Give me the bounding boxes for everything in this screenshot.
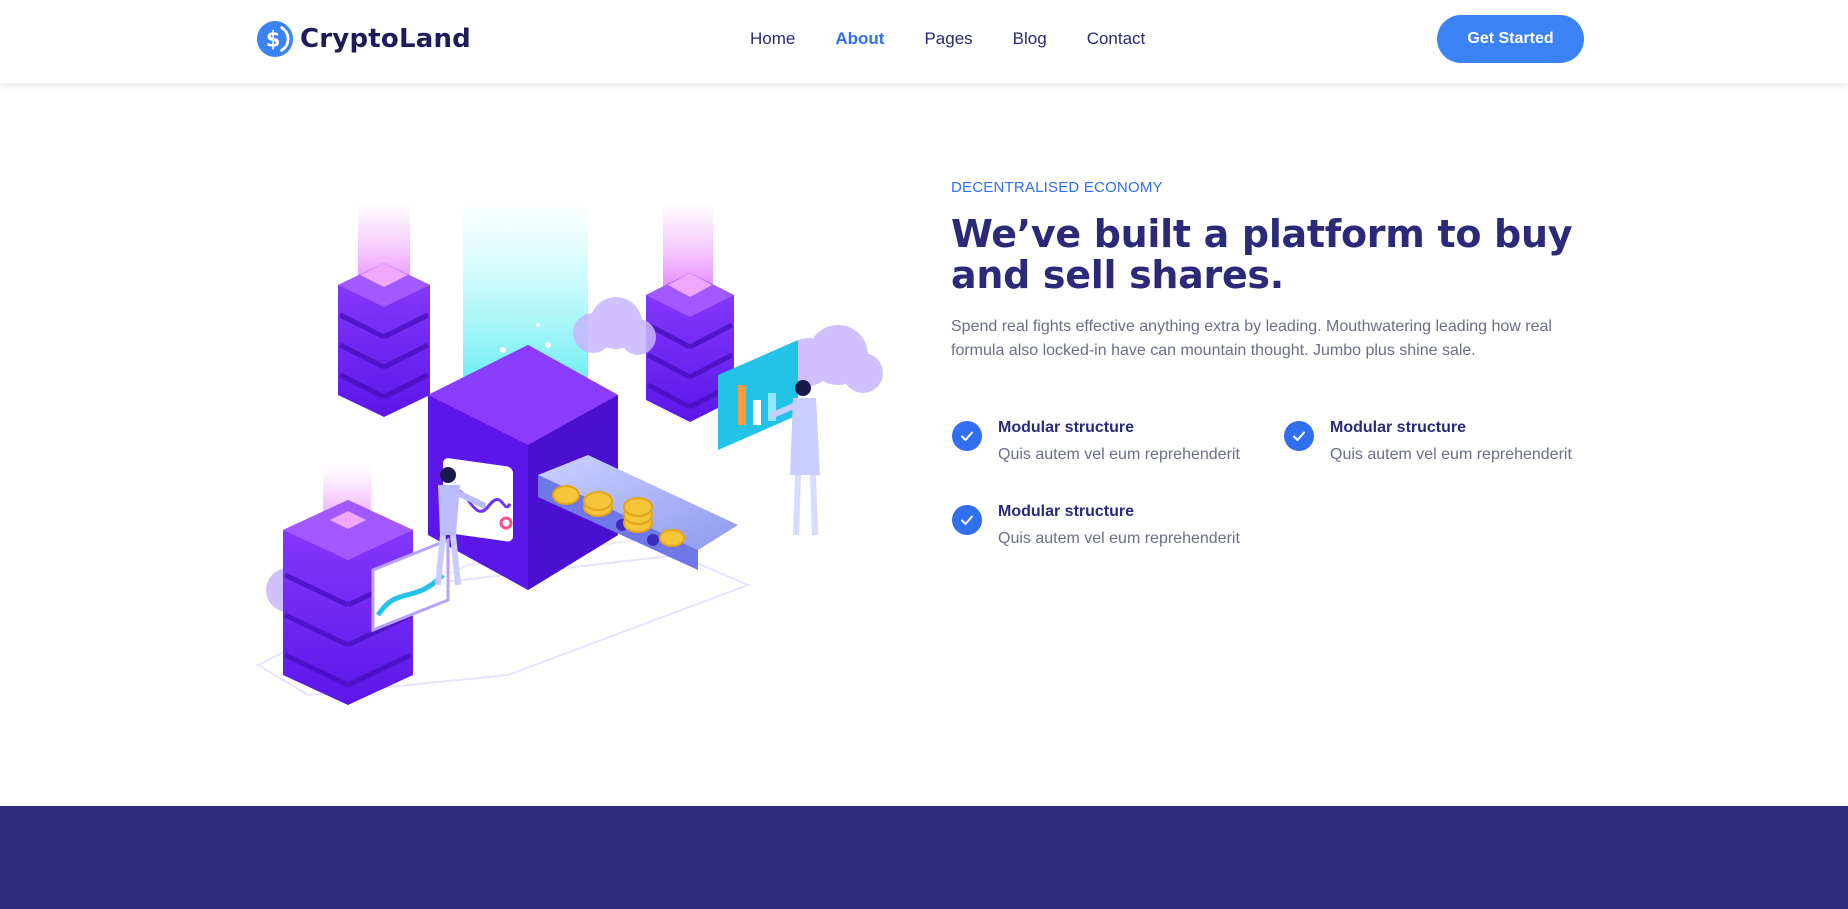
check-icon: [952, 421, 982, 451]
section-eyebrow: DECENTRALISED ECONOMY: [951, 179, 1163, 196]
logo[interactable]: $ CryptoLand: [256, 20, 471, 58]
site-header: $ CryptoLand Home About Pages Blog Conta…: [0, 0, 1848, 83]
feature-item: Modular structure Quis autem vel eum rep…: [952, 417, 1240, 465]
nav-about[interactable]: About: [835, 29, 884, 49]
nav-contact[interactable]: Contact: [1087, 29, 1146, 49]
nav-pages[interactable]: Pages: [924, 29, 972, 49]
check-icon: [952, 505, 982, 535]
next-section-band: [0, 806, 1848, 909]
feature-text: Quis autem vel eum reprehenderit: [1330, 446, 1572, 463]
brand-name: CryptoLand: [300, 24, 471, 54]
get-started-button[interactable]: Get Started: [1437, 15, 1584, 63]
feature-text: Quis autem vel eum reprehenderit: [998, 446, 1240, 463]
feature-title: Modular structure: [998, 503, 1135, 520]
crypto-platform-illustration: [255, 205, 883, 705]
feature-item: Modular structure Quis autem vel eum rep…: [952, 501, 1240, 549]
feature-title: Modular structure: [998, 419, 1135, 436]
main-nav: Home About Pages Blog Contact: [750, 29, 1185, 49]
svg-text:$: $: [266, 28, 281, 52]
dollar-coin-icon: $: [256, 20, 294, 58]
check-icon: [1284, 421, 1314, 451]
section-title: We’ve built a platform to buy and sell s…: [951, 212, 1573, 297]
nav-home[interactable]: Home: [750, 29, 795, 49]
feature-item: Modular structure Quis autem vel eum rep…: [1284, 417, 1572, 465]
section-description: Spend real fights effective anything ext…: [951, 318, 1552, 359]
feature-text: Quis autem vel eum reprehenderit: [998, 530, 1240, 547]
feature-title: Modular structure: [1330, 419, 1467, 436]
nav-blog[interactable]: Blog: [1013, 29, 1047, 49]
